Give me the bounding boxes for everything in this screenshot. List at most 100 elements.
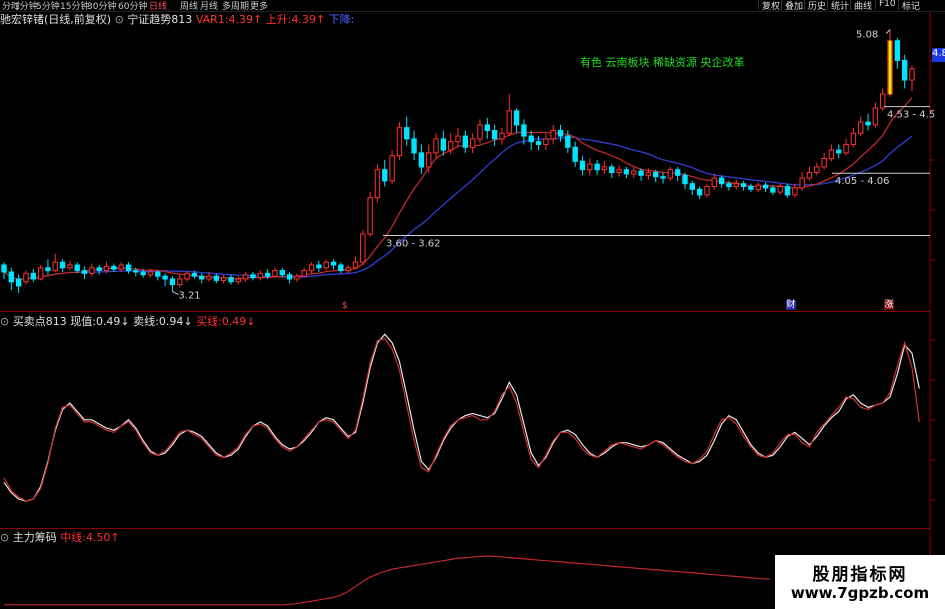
candle [850, 127, 857, 148]
candle-body [433, 138, 439, 154]
candle-body [8, 271, 15, 283]
candle-body [374, 169, 381, 199]
subchart1-name[interactable]: 买卖点813 [13, 315, 67, 328]
candle-body [711, 177, 717, 188]
candle-body [469, 138, 476, 148]
candle [169, 276, 176, 292]
toolbar-button-0[interactable]: 复权 [758, 0, 783, 12]
indicator-name[interactable]: 宁证趋势813 [127, 13, 192, 26]
candle-body [316, 264, 322, 269]
candle [667, 166, 674, 181]
event-marker-finance[interactable]: 财 [786, 300, 796, 310]
candle [682, 172, 688, 190]
candle [733, 179, 739, 190]
candle-body [696, 188, 703, 196]
pane-separator-2[interactable] [0, 528, 930, 529]
high-pointer [885, 29, 891, 34]
candle [799, 172, 805, 191]
candle [674, 166, 681, 181]
candle-body [74, 264, 80, 272]
candle-body [191, 272, 198, 277]
candle [374, 164, 381, 202]
candle-body [89, 267, 95, 274]
toolbar-button-5[interactable]: F10 [875, 0, 899, 10]
watermark: 股朋指标网 www.7gpzb.com [775, 555, 945, 609]
candle-body [169, 278, 176, 286]
highlight-bar [888, 40, 892, 95]
candle-body [704, 186, 710, 196]
subchart2-gear-icon[interactable]: ⊙ [0, 531, 9, 544]
candle [865, 113, 871, 131]
candle-body [1, 264, 7, 273]
candle-body [147, 271, 154, 276]
candle-body [806, 172, 813, 179]
candle-body [308, 264, 315, 272]
subchart2-name[interactable]: 主力筹码 [13, 531, 57, 544]
candle-body [382, 169, 388, 182]
level-label: 4.53 - 4.5 [887, 110, 935, 121]
indicator-gear-icon[interactable]: ⊙ [115, 13, 124, 26]
candle-body [323, 261, 329, 269]
candle-body [103, 265, 110, 272]
candle [111, 263, 117, 272]
candle [740, 180, 747, 191]
candle [308, 262, 315, 274]
candle [15, 274, 22, 293]
candle-body [770, 187, 776, 193]
candle [528, 130, 534, 151]
candle [792, 183, 798, 198]
candle [550, 124, 556, 145]
candle [631, 166, 637, 179]
candle [345, 264, 351, 274]
candle [784, 183, 791, 198]
candle-body [228, 277, 234, 283]
candle [37, 264, 44, 281]
toolbar-button-3[interactable]: 统计 [827, 0, 852, 12]
pane-separator-1[interactable] [0, 311, 930, 312]
subchart1-gear-icon[interactable]: ⊙ [0, 315, 9, 328]
candle [616, 165, 622, 177]
candle-body [631, 170, 637, 175]
candle-body [477, 124, 483, 140]
candle-body [528, 135, 534, 143]
candle [535, 136, 542, 151]
candle-body [587, 163, 593, 171]
candle-body [242, 274, 249, 280]
candle-body [81, 270, 88, 274]
candle [872, 102, 879, 128]
now-label: 现值: [70, 315, 96, 328]
toolbar-button-6[interactable]: 标记 [898, 0, 923, 12]
candle [294, 273, 300, 282]
candle-body [30, 272, 36, 280]
candle [579, 155, 586, 176]
candle-body [638, 170, 644, 176]
candle-body [184, 272, 190, 280]
main-grid [929, 12, 935, 609]
candle-body [572, 146, 578, 162]
toolbar-button-2[interactable]: 历史 [804, 0, 829, 12]
candle-body [872, 107, 879, 126]
candle-body [447, 141, 454, 151]
event-marker-rise[interactable]: 涨 [884, 300, 894, 310]
mid-line [4, 555, 771, 606]
candle-body [455, 135, 461, 143]
candle [389, 150, 395, 184]
candle-body [616, 169, 622, 174]
event-marker-dollar[interactable]: $ [342, 301, 348, 311]
candle [81, 266, 88, 279]
candle [858, 116, 864, 137]
candle [257, 270, 263, 281]
subchart2-legend: ⊙ 主力筹码 中线:4.50↑ [0, 529, 120, 545]
candle-body [543, 138, 549, 145]
candle-body [836, 149, 842, 154]
candle-body [601, 166, 608, 171]
toolbar-button-1[interactable]: 叠加 [781, 0, 806, 12]
candle-body [67, 264, 73, 269]
candle-body [689, 183, 696, 190]
candle-body [125, 264, 132, 272]
candle-body [23, 272, 29, 283]
toolbar-button-4[interactable]: 曲线 [850, 0, 875, 12]
candle [484, 117, 490, 139]
candle-body [594, 163, 600, 171]
candle [696, 186, 703, 200]
